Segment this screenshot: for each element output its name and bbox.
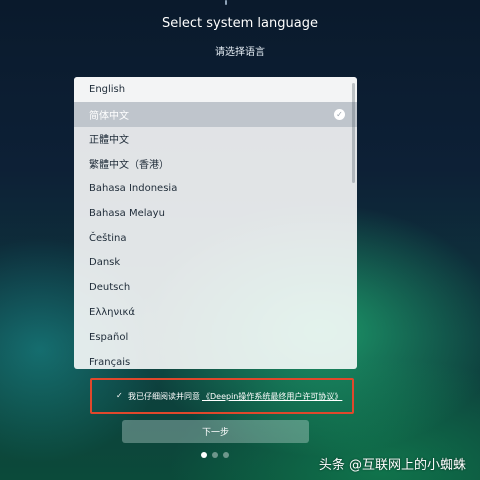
language-list[interactable]: English 简体中文 ✓ 正體中文 繁體中文（香港） Bahasa Indo… (74, 77, 357, 369)
page-title: Select system language (162, 16, 318, 31)
language-item-espanol[interactable]: Español (74, 325, 357, 350)
language-label: Dansk (89, 257, 121, 269)
language-item-cestina[interactable]: Čeština (74, 226, 357, 251)
list-scrollbar[interactable] (352, 83, 355, 183)
language-item-dansk[interactable]: Dansk (74, 251, 357, 276)
language-item-bahasa-melayu[interactable]: Bahasa Melayu (74, 201, 357, 226)
language-label: 简体中文 (89, 110, 129, 122)
language-label: Français (89, 356, 131, 368)
language-item-greek[interactable]: Ελληνικά (74, 300, 357, 325)
page-subtitle: 请选择语言 (215, 47, 265, 58)
language-label: Ελληνικά (89, 307, 135, 319)
page-indicator (201, 452, 229, 458)
language-item-traditional-chinese[interactable]: 正體中文 (74, 127, 357, 152)
language-label: English (89, 83, 126, 95)
agreement-text: 我已仔细阅读并同意 (128, 391, 200, 401)
agreement-row[interactable]: ✓ 我已仔细阅读并同意 《Deepin操作系统最终用户许可协议》 (116, 389, 342, 403)
license-agreement-link[interactable]: 《Deepin操作系统最终用户许可协议》 (202, 391, 342, 402)
checkbox-icon[interactable]: ✓ (116, 392, 124, 400)
check-circle-icon: ✓ (334, 108, 345, 120)
language-item-traditional-chinese-hk[interactable]: 繁體中文（香港） (74, 151, 357, 176)
language-label: Čeština (89, 232, 127, 244)
language-label: 繁體中文（香港） (89, 160, 169, 172)
language-item-deutsch[interactable]: Deutsch (74, 275, 357, 300)
page-dot-1[interactable] (201, 452, 207, 458)
language-item-francais[interactable]: Français (74, 350, 357, 369)
watermark: 头条 @互联网上的小蜘蛛 (318, 458, 466, 473)
page-dot-2[interactable] (212, 452, 218, 458)
language-item-simplified-chinese[interactable]: 简体中文 ✓ (74, 101, 357, 127)
language-label: Español (89, 331, 129, 343)
drag-handle (225, 0, 227, 5)
next-button[interactable]: 下一步 (122, 420, 309, 443)
language-label: Bahasa Melayu (89, 207, 165, 219)
language-label: 正體中文 (89, 135, 129, 147)
page-dot-3[interactable] (223, 452, 229, 458)
language-item-english[interactable]: English (74, 77, 357, 102)
language-label: Deutsch (89, 282, 131, 294)
language-item-bahasa-indonesia[interactable]: Bahasa Indonesia (74, 176, 357, 201)
language-label: Bahasa Indonesia (89, 183, 178, 195)
